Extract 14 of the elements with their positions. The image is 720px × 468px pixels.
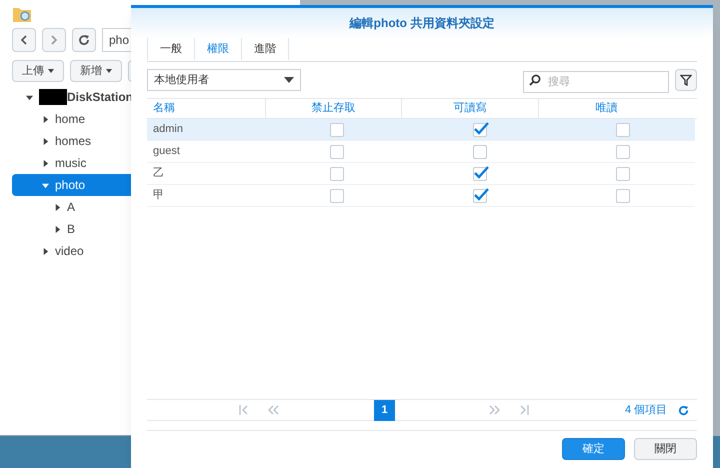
user-name-cell-text: admin	[152, 122, 184, 138]
tree-label: DiskStation	[67, 89, 134, 106]
tree-label: video	[55, 243, 84, 260]
user-name-cell-text: guest	[152, 144, 181, 160]
tree-label: homes	[55, 133, 92, 150]
item-count: 4 個項目	[625, 402, 668, 418]
tree-label: photo	[55, 177, 86, 194]
dialog-title: 編輯photo 共用資料夾設定	[131, 8, 713, 38]
tree-label: home	[55, 111, 86, 128]
tree-label: B	[67, 221, 76, 238]
user-name-cell-text: 甲	[152, 188, 165, 204]
tree-label: A	[67, 199, 76, 216]
tree-label: music	[55, 155, 86, 172]
user-name-cell-text: 乙	[152, 166, 165, 182]
